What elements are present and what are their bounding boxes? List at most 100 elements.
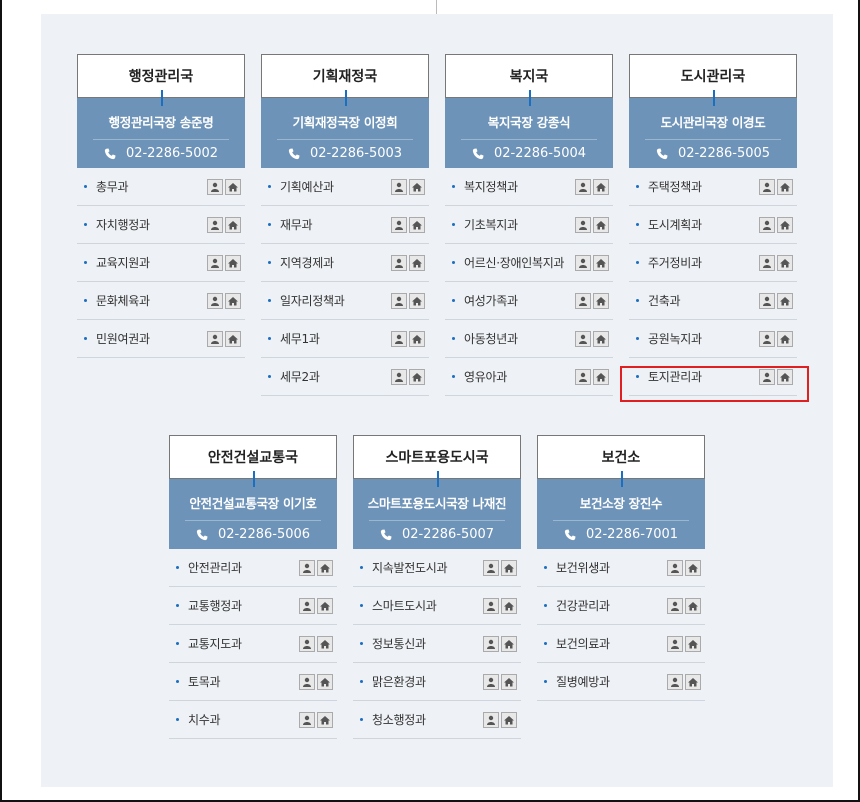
home-icon[interactable]: [501, 673, 517, 690]
office-item: 교육지원과: [77, 244, 245, 282]
home-icon[interactable]: [501, 559, 517, 576]
person-icon[interactable]: [667, 635, 683, 652]
home-icon[interactable]: [685, 559, 701, 576]
person-icon[interactable]: [391, 292, 407, 309]
office-buttons: [667, 635, 701, 652]
person-icon[interactable]: [575, 368, 591, 385]
person-icon[interactable]: [207, 216, 223, 233]
person-icon[interactable]: [391, 216, 407, 233]
office-list: 주택정책과 도시계획과 주거정비과 건축과 공원녹지과 토지관리과: [629, 168, 797, 396]
bullet-icon: [268, 375, 271, 378]
person-icon[interactable]: [667, 559, 683, 576]
home-icon[interactable]: [501, 635, 517, 652]
office-item: 건강관리과: [537, 587, 705, 625]
person-icon[interactable]: [575, 330, 591, 347]
office-item: 영유아과: [445, 358, 613, 396]
bullet-icon: [452, 337, 455, 340]
person-icon[interactable]: [483, 559, 499, 576]
office-buttons: [667, 597, 701, 614]
home-icon[interactable]: [593, 292, 609, 309]
person-icon[interactable]: [575, 292, 591, 309]
office-buttons: [299, 559, 333, 576]
home-icon[interactable]: [225, 330, 241, 347]
home-icon[interactable]: [225, 178, 241, 195]
home-icon[interactable]: [593, 178, 609, 195]
home-icon[interactable]: [501, 597, 517, 614]
bullet-icon: [636, 299, 639, 302]
person-icon[interactable]: [299, 597, 315, 614]
department-card: 기획재정국 기획재정국장 이정희 02-2286-5003 기획예산과 재무과 지역경제과…: [261, 54, 429, 396]
home-icon[interactable]: [409, 330, 425, 347]
person-icon[interactable]: [207, 178, 223, 195]
person-icon[interactable]: [575, 178, 591, 195]
home-icon[interactable]: [777, 292, 793, 309]
home-icon[interactable]: [317, 559, 333, 576]
person-icon[interactable]: [759, 178, 775, 195]
department-title: 스마트포용도시국: [353, 435, 521, 487]
person-icon[interactable]: [391, 330, 407, 347]
person-icon[interactable]: [667, 597, 683, 614]
home-icon[interactable]: [317, 673, 333, 690]
office-item: 문화체육과: [77, 282, 245, 320]
person-icon[interactable]: [207, 292, 223, 309]
home-icon[interactable]: [409, 292, 425, 309]
home-icon[interactable]: [409, 254, 425, 271]
person-icon[interactable]: [759, 330, 775, 347]
home-icon[interactable]: [593, 368, 609, 385]
person-icon[interactable]: [299, 673, 315, 690]
person-icon[interactable]: [299, 559, 315, 576]
person-icon[interactable]: [299, 635, 315, 652]
home-icon[interactable]: [409, 178, 425, 195]
home-icon[interactable]: [685, 597, 701, 614]
person-icon[interactable]: [391, 254, 407, 271]
person-icon[interactable]: [759, 292, 775, 309]
home-icon[interactable]: [685, 673, 701, 690]
home-icon[interactable]: [225, 254, 241, 271]
office-item: 보건의료과: [537, 625, 705, 663]
person-icon[interactable]: [391, 368, 407, 385]
home-icon[interactable]: [777, 178, 793, 195]
person-icon[interactable]: [483, 711, 499, 728]
connector-line: [345, 90, 347, 106]
department-card: 스마트포용도시국 스마트포용도시국장 나재진 02-2286-5007 지속발전도시과…: [353, 435, 521, 739]
home-icon[interactable]: [225, 292, 241, 309]
bullet-icon: [176, 642, 179, 645]
department-card: 행정관리국 행정관리국장 송준명 02-2286-5002 총무과 자치행정과 교육지원과…: [77, 54, 245, 358]
person-icon[interactable]: [207, 330, 223, 347]
person-icon[interactable]: [391, 178, 407, 195]
home-icon[interactable]: [593, 254, 609, 271]
home-icon[interactable]: [409, 216, 425, 233]
person-icon[interactable]: [575, 216, 591, 233]
home-icon[interactable]: [777, 216, 793, 233]
office-name: 주택정책과: [648, 180, 702, 194]
home-icon[interactable]: [593, 216, 609, 233]
office-buttons: [207, 330, 241, 347]
person-icon[interactable]: [483, 597, 499, 614]
home-icon[interactable]: [317, 711, 333, 728]
office-name: 아동청년과: [464, 332, 518, 346]
phone-icon: [656, 148, 668, 160]
home-icon[interactable]: [317, 635, 333, 652]
person-icon[interactable]: [759, 254, 775, 271]
person-icon[interactable]: [299, 711, 315, 728]
office-buttons: [759, 292, 793, 309]
person-icon[interactable]: [483, 673, 499, 690]
home-icon[interactable]: [317, 597, 333, 614]
home-icon[interactable]: [409, 368, 425, 385]
home-icon[interactable]: [777, 330, 793, 347]
home-icon[interactable]: [593, 330, 609, 347]
home-icon[interactable]: [501, 711, 517, 728]
home-icon[interactable]: [225, 216, 241, 233]
office-name: 자치행정과: [96, 218, 150, 232]
person-icon[interactable]: [207, 254, 223, 271]
home-icon[interactable]: [685, 635, 701, 652]
bullet-icon: [84, 223, 87, 226]
person-icon[interactable]: [667, 673, 683, 690]
bullet-icon: [452, 223, 455, 226]
home-icon[interactable]: [777, 254, 793, 271]
person-icon[interactable]: [759, 216, 775, 233]
person-icon[interactable]: [575, 254, 591, 271]
bullet-icon: [268, 261, 271, 264]
bullet-icon: [452, 185, 455, 188]
person-icon[interactable]: [483, 635, 499, 652]
